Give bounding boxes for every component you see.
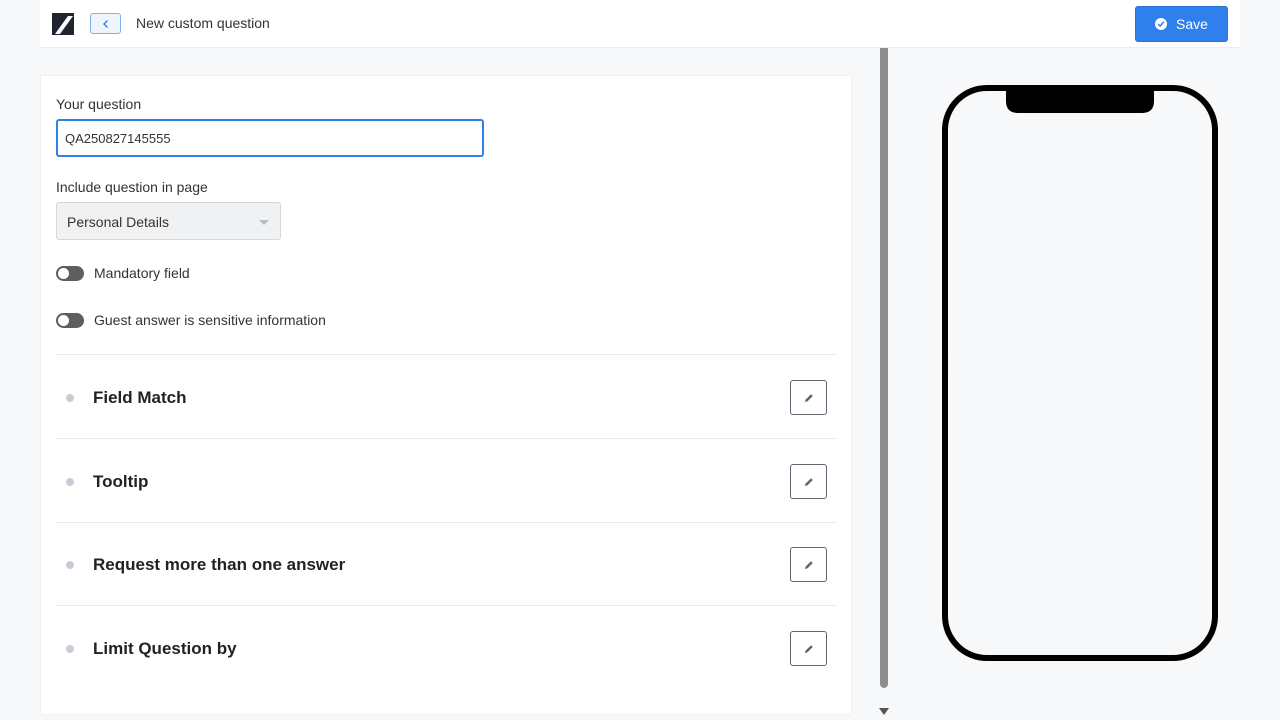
top-bar: New custom question Save: [40, 0, 1240, 48]
page-select-value: Personal Details: [67, 214, 169, 230]
edit-tooltip-button[interactable]: [790, 464, 827, 499]
question-label: Your question: [56, 96, 142, 112]
mandatory-field-label: Mandatory field: [94, 265, 190, 281]
edit-field-match-button[interactable]: [790, 380, 827, 415]
page-select[interactable]: Personal Details: [56, 202, 281, 240]
pencil-icon: [804, 477, 813, 486]
back-button[interactable]: [90, 13, 121, 34]
check-circle-icon: [1155, 18, 1168, 30]
pencil-icon: [804, 644, 813, 653]
question-input[interactable]: [56, 119, 484, 157]
question-form-panel: Your question Include question in page P…: [40, 75, 852, 715]
chevron-left-icon: [102, 19, 108, 28]
scroll-down-icon[interactable]: [879, 708, 889, 715]
pencil-icon: [804, 393, 813, 402]
sensitive-info-label: Guest answer is sensitive information: [94, 312, 326, 328]
bullet-icon: [66, 645, 74, 653]
section-title: Tooltip: [93, 472, 149, 491]
section-tooltip: Tooltip: [56, 439, 837, 523]
mandatory-field-row: Mandatory field: [56, 265, 190, 281]
bullet-icon: [66, 394, 74, 402]
edit-limit-question-button[interactable]: [790, 631, 827, 666]
section-title: Request more than one answer: [93, 555, 346, 574]
section-multiple-answers: Request more than one answer: [56, 522, 837, 606]
pencil-icon: [804, 560, 813, 569]
sensitive-info-toggle[interactable]: [56, 312, 84, 328]
phone-preview: [942, 85, 1218, 661]
page-select-label: Include question in page: [56, 179, 208, 195]
bullet-icon: [66, 478, 74, 486]
bullet-icon: [66, 561, 74, 569]
mandatory-field-toggle[interactable]: [56, 265, 84, 281]
section-title: Limit Question by: [93, 639, 237, 658]
app-logo[interactable]: [52, 13, 74, 35]
section-field-match: Field Match: [56, 355, 837, 439]
section-title: Field Match: [93, 388, 187, 407]
page-title: New custom question: [136, 15, 270, 31]
scrollbar-thumb[interactable]: [880, 48, 888, 688]
sensitive-info-row: Guest answer is sensitive information: [56, 312, 326, 328]
section-limit-question: Limit Question by: [56, 606, 837, 690]
save-button-label: Save: [1176, 16, 1208, 32]
save-button[interactable]: Save: [1135, 6, 1228, 42]
edit-multiple-answers-button[interactable]: [790, 547, 827, 582]
chevron-down-icon: [259, 220, 269, 225]
